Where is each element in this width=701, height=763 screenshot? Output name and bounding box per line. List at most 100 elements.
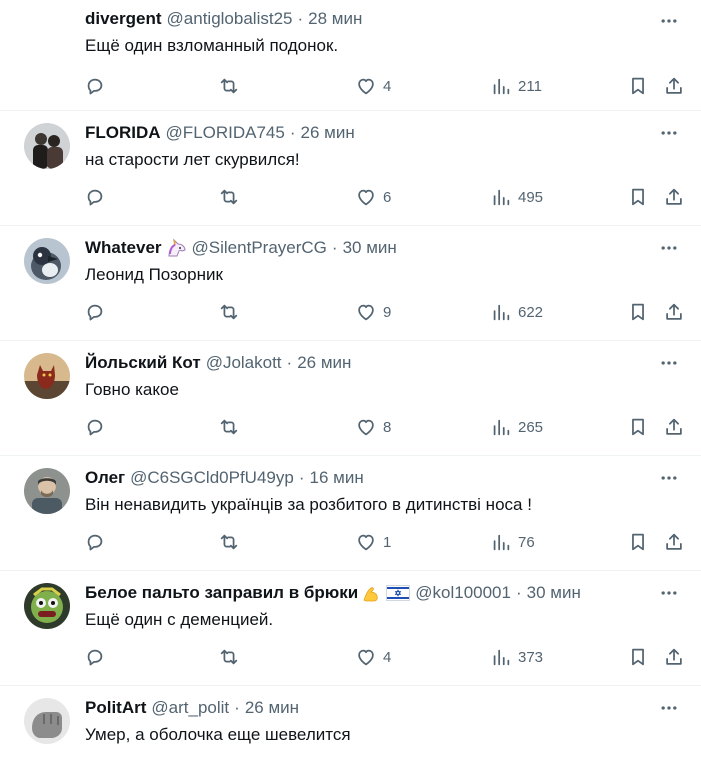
timestamp[interactable]: 26 мин [301,123,355,143]
avatar[interactable] [24,123,70,169]
share-button[interactable] [663,415,685,439]
tweet[interactable]: divergent @antiglobalist25 · 28 мин Ещё … [0,0,701,111]
like-count: 6 [383,188,392,206]
bookmark-icon [632,418,644,436]
like-button[interactable]: 9 [355,300,391,324]
author-handle[interactable]: @kol100001 [415,583,511,603]
author-name[interactable]: Олег [85,468,125,488]
timestamp[interactable]: 30 мин [527,583,581,603]
author-name[interactable]: Йольский Кот [85,353,201,373]
like-button[interactable]: 6 [355,185,391,209]
tweet[interactable]: PolitArt @art_polit · 26 мин Умер, а обо… [0,686,701,762]
avatar-cartoon-photo [24,583,70,629]
timestamp[interactable]: 30 мин [343,238,397,258]
timestamp[interactable]: 28 мин [308,9,362,29]
avatar[interactable] [24,238,70,284]
bookmark-button[interactable] [627,74,649,98]
reply-button[interactable] [84,185,106,209]
share-button[interactable] [663,74,685,98]
heart-icon [358,189,374,206]
more-options-button[interactable] [657,696,681,720]
reply-icon [87,78,103,95]
views-button[interactable]: 76 [490,530,535,554]
retweet-button[interactable] [218,645,240,669]
reply-button[interactable] [84,300,106,324]
tweet[interactable]: FLORIDA @FLORIDA745 · 26 мин на старости… [0,111,701,226]
retweet-button[interactable] [218,300,240,324]
retweet-button[interactable] [218,415,240,439]
more-options-button[interactable] [657,121,681,145]
author-handle[interactable]: @SilentPrayerCG [192,238,327,258]
like-button[interactable]: 1 [355,530,391,554]
bookmark-button[interactable] [627,185,649,209]
bookmark-button[interactable] [627,530,649,554]
author-name[interactable]: divergent [85,9,162,29]
timestamp[interactable]: 26 мин [245,698,299,718]
tweet[interactable]: Белое пальто заправил в брюки @kol100001… [0,571,701,686]
tweet[interactable]: Whatever @SilentPrayerCG · 30 мин Леонид… [0,226,701,341]
more-dots-icon [661,19,677,23]
flexed-biceps-icon [363,587,379,602]
timestamp[interactable]: 16 мин [310,468,364,488]
views-icon [493,304,510,321]
share-button[interactable] [663,645,685,669]
reply-button[interactable] [84,530,106,554]
share-button[interactable] [663,300,685,324]
author-handle[interactable]: @Jolakott [206,353,282,373]
view-count: 211 [518,77,542,95]
bookmark-button[interactable] [627,645,649,669]
author-handle[interactable]: @FLORIDA745 [166,123,285,143]
avatar[interactable] [24,583,70,629]
reply-button[interactable] [84,645,106,669]
more-options-button[interactable] [657,466,681,490]
tweet-text: Ещё один с деменцией. [85,610,274,629]
tweet-header: PolitArt @art_polit · 26 мин [85,697,651,719]
views-button[interactable]: 495 [490,185,543,209]
more-options-button[interactable] [657,9,681,33]
more-dots-icon [661,476,677,480]
views-button[interactable]: 265 [490,415,543,439]
like-button[interactable]: 4 [355,645,391,669]
tweet[interactable]: Йольский Кот @Jolakott · 26 мин Говно ка… [0,341,701,456]
author-name[interactable]: Белое пальто заправил в брюки [85,583,358,603]
more-options-button[interactable] [657,581,681,605]
author-name[interactable]: PolitArt [85,698,146,718]
bookmark-button[interactable] [627,300,649,324]
israel-flag-icon [386,585,411,601]
heart-icon [358,78,374,95]
timestamp[interactable]: 26 мин [297,353,351,373]
retweet-button[interactable] [218,185,240,209]
tweet[interactable]: Олег @C6SGCld0PfU49yp · 16 мин Він ненав… [0,456,701,571]
author-name[interactable]: Whatever [85,238,162,258]
separator-dot: · [289,123,296,142]
avatar[interactable] [24,468,70,514]
author-handle[interactable]: @art_polit [151,698,229,718]
author-name[interactable]: FLORIDA [85,123,161,143]
like-button[interactable]: 4 [355,74,391,98]
reply-button[interactable] [84,74,106,98]
author-handle[interactable]: @antiglobalist25 [167,9,293,29]
retweet-icon [220,534,238,550]
retweet-button[interactable] [218,530,240,554]
like-count: 4 [383,77,392,95]
tweet-header: Олег @C6SGCld0PfU49yp · 16 мин [85,467,651,489]
avatar[interactable] [24,353,70,399]
avatar[interactable] [24,698,70,744]
view-count: 495 [518,188,544,206]
flexed-biceps-emoji-icon [361,583,383,603]
retweet-button[interactable] [218,74,240,98]
tweet-actions: 1 76 [0,530,701,554]
share-button[interactable] [663,185,685,209]
reply-button[interactable] [84,415,106,439]
views-button[interactable]: 373 [490,645,543,669]
more-options-button[interactable] [657,236,681,260]
views-button[interactable]: 211 [490,74,542,98]
author-handle[interactable]: @C6SGCld0PfU49yp [130,468,294,488]
bookmark-button[interactable] [627,415,649,439]
share-button[interactable] [663,530,685,554]
separator-dot: · [331,238,338,257]
views-button[interactable]: 622 [490,300,543,324]
more-options-button[interactable] [657,351,681,375]
like-count: 1 [383,533,392,551]
like-button[interactable]: 8 [355,415,391,439]
